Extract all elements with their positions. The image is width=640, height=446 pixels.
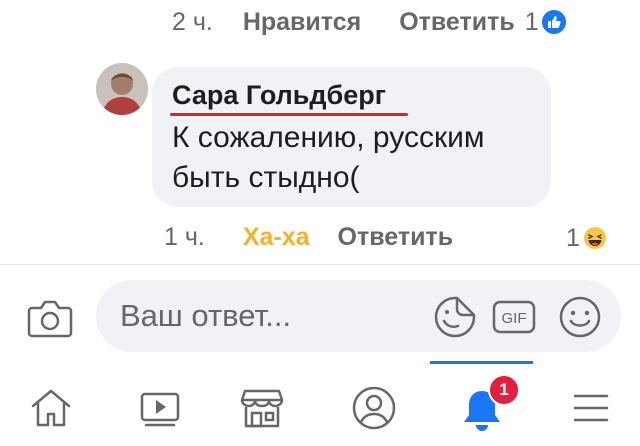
haha-icon [583,227,606,249]
emoji-icon[interactable] [557,294,603,340]
home-icon[interactable] [27,384,75,432]
top-comment-time: 2 ч. [172,7,213,36]
video-icon[interactable] [136,384,184,432]
comment-author[interactable]: Сара Гольдберг [172,80,386,111]
gif-button[interactable]: GIF [492,300,536,334]
avatar[interactable] [96,63,148,115]
haha-reaction-button[interactable]: Ха-ха [243,223,310,252]
active-tab-indicator [430,361,533,364]
top-comment-actions: 2 ч. Нравится Ответить 1 [172,4,566,40]
divider [0,264,640,265]
reply-placeholder[interactable]: Ваш ответ... [120,298,291,334]
sticker-icon[interactable] [432,294,478,340]
comment-actions: 1 ч. Ха-ха Ответить [164,219,453,255]
comment-reaction-summary[interactable]: 1 [566,222,607,254]
profile-icon[interactable] [350,384,398,432]
reply-button[interactable]: Ответить [338,223,454,252]
red-underline-annotation [170,113,408,116]
marketplace-icon[interactable] [238,384,286,432]
like-button[interactable]: Нравится [243,8,361,37]
notification-badge: 1 [488,374,520,406]
top-reaction-count[interactable]: 1 [525,8,539,37]
menu-icon[interactable] [567,384,615,432]
comment-time: 1 ч. [164,222,205,251]
top-reply-button[interactable]: Ответить [399,8,515,37]
gif-label: GIF [502,310,527,327]
comment-text: К сожалению, русским быть стыдно( [172,121,485,194]
camera-icon[interactable] [26,296,74,340]
comment-reaction-count: 1 [566,223,580,252]
like-icon[interactable] [541,10,566,34]
